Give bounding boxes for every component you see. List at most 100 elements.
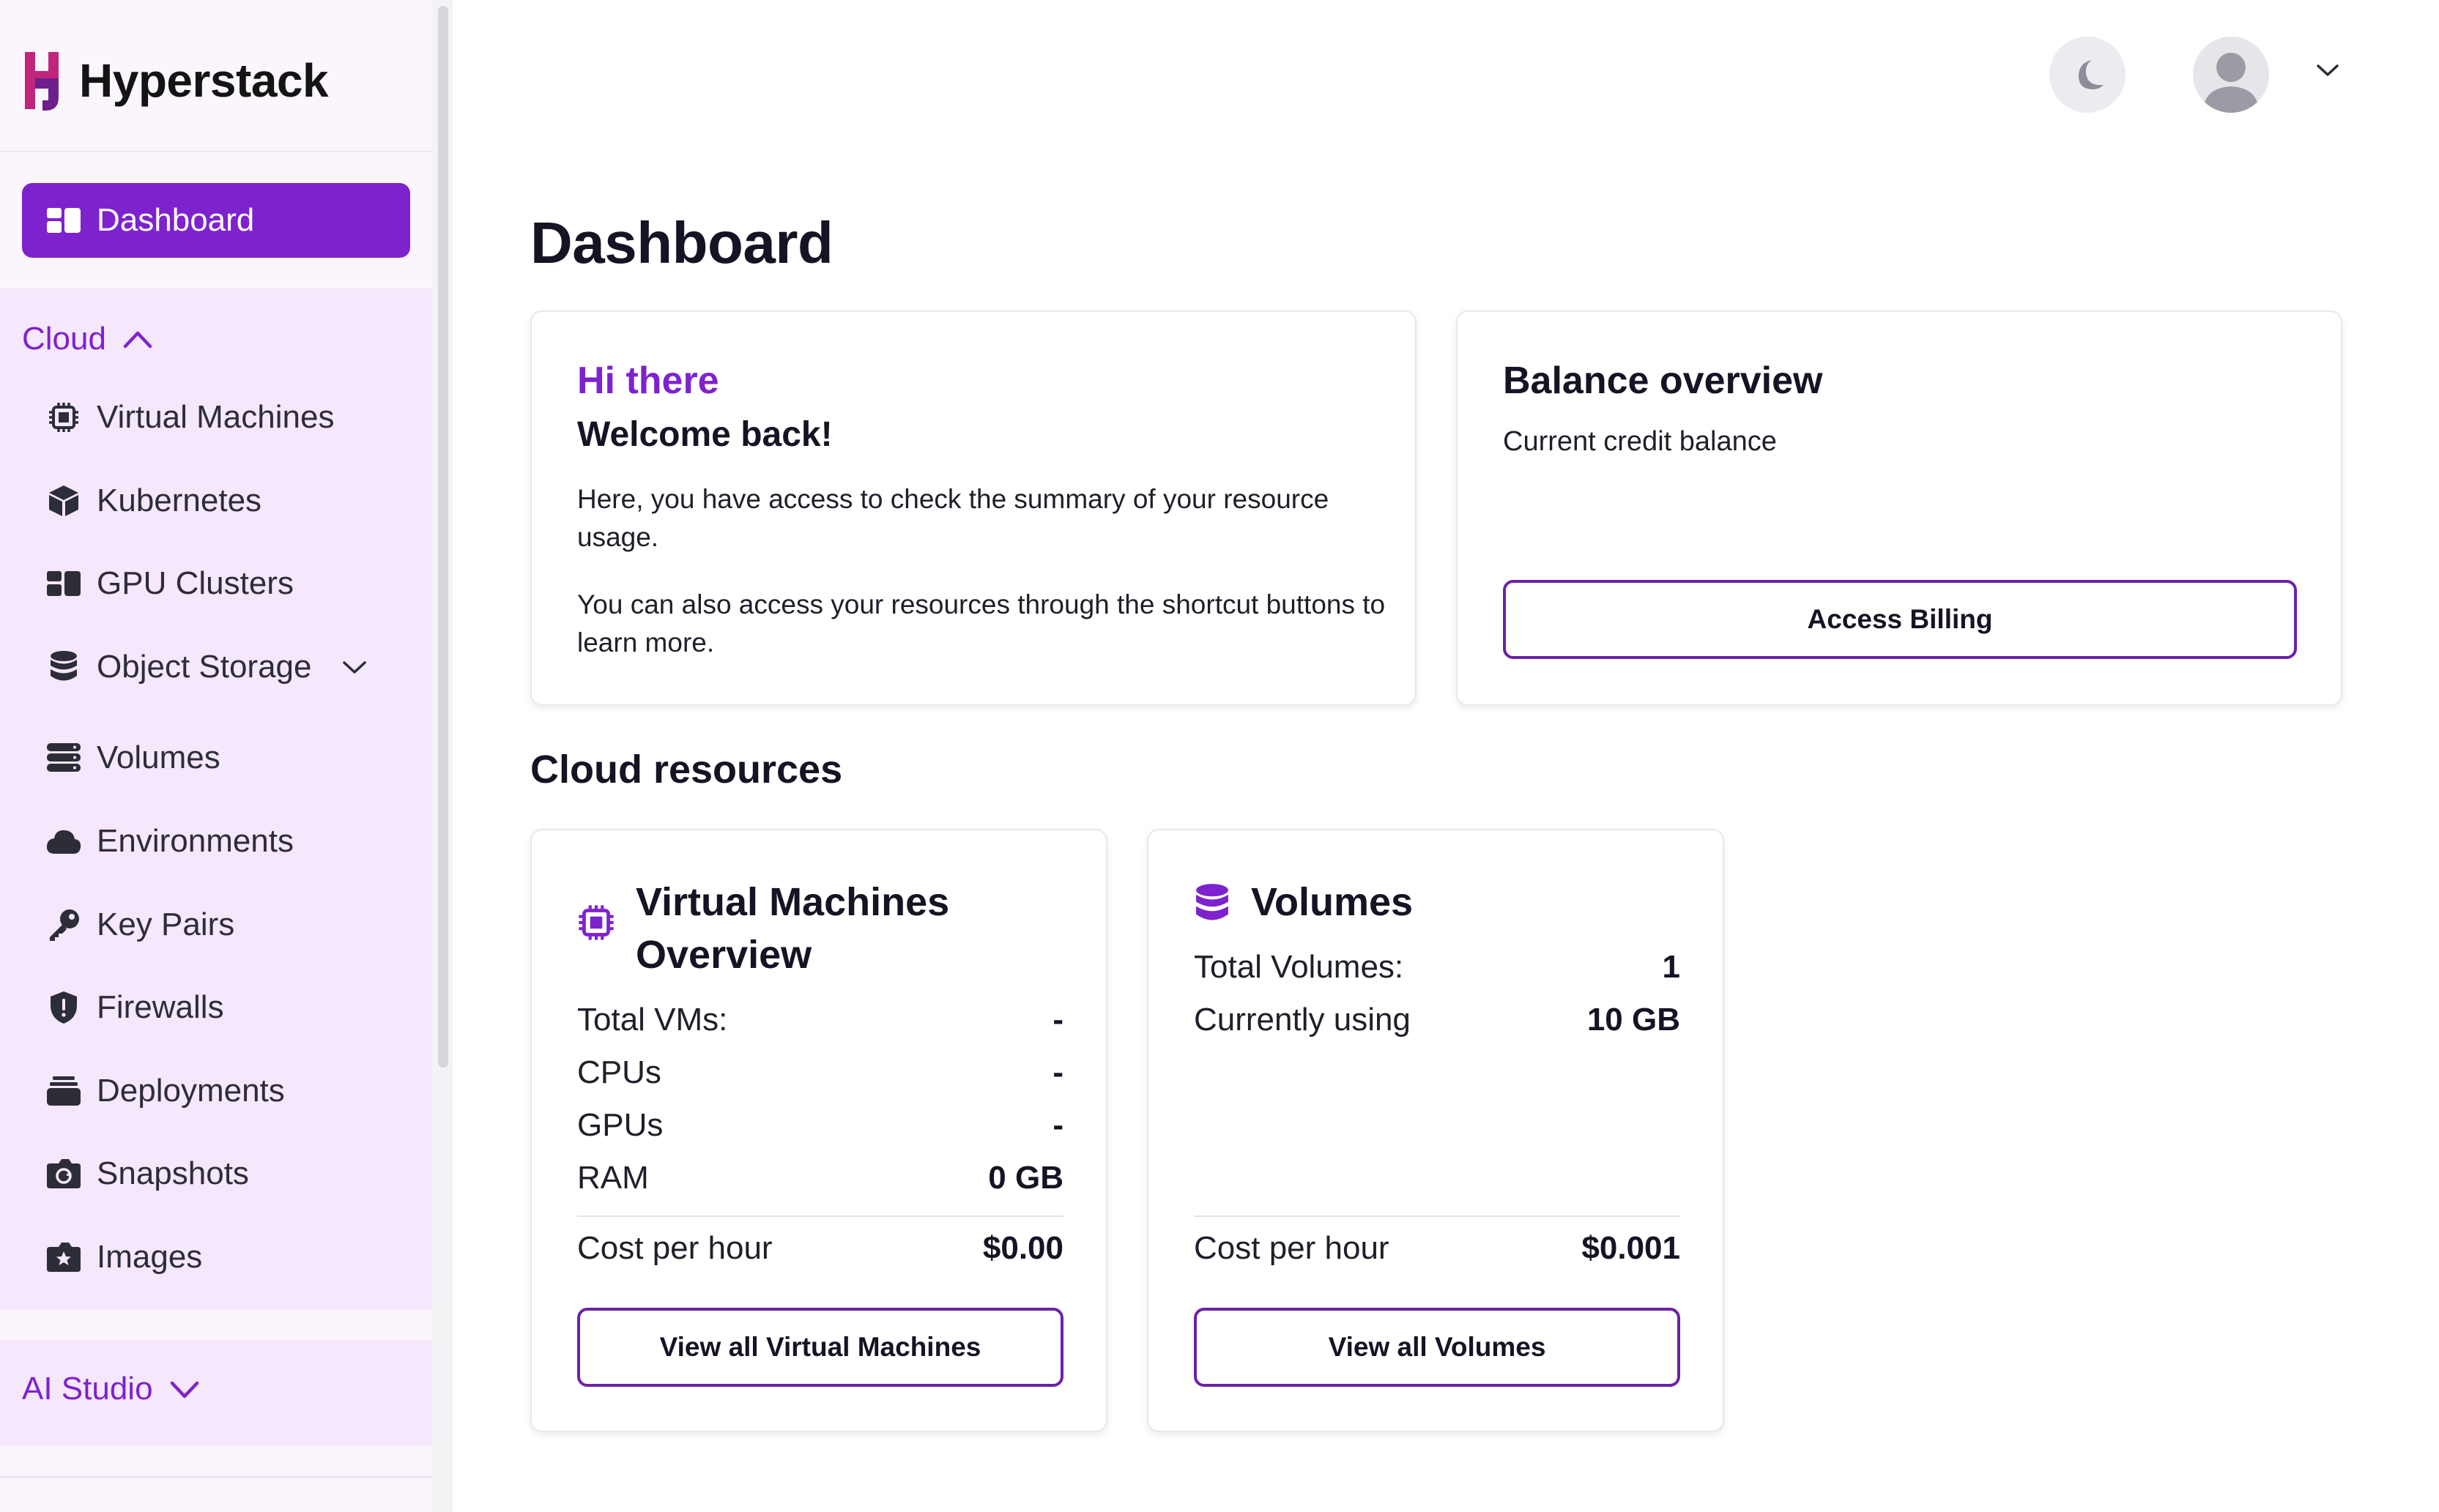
image-star-icon xyxy=(45,1239,82,1275)
access-billing-button[interactable]: Access Billing xyxy=(1503,580,2297,659)
sidebar-item-gpu-clusters[interactable]: GPU Clusters xyxy=(45,558,294,609)
sidebar-item-label: Kubernetes xyxy=(97,483,262,518)
key-icon xyxy=(45,906,82,943)
chevron-down-icon xyxy=(153,1379,200,1399)
welcome-card: Hi there Welcome back! Here, you have ac… xyxy=(530,310,1417,706)
balance-title: Balance overview xyxy=(1503,360,1823,402)
moon-icon xyxy=(2070,57,2105,92)
sidebar-item-images[interactable]: Images xyxy=(45,1232,202,1283)
cpu-icon xyxy=(577,904,615,942)
sidebar-item-volumes[interactable]: Volumes xyxy=(45,732,220,783)
view-all-vms-button[interactable]: View all Virtual Machines xyxy=(577,1308,1063,1387)
cost-value: $0.00 xyxy=(982,1230,1063,1266)
clusters-icon xyxy=(45,565,82,602)
cost-label: Cost per hour xyxy=(1194,1230,1389,1266)
database-icon xyxy=(1194,883,1230,924)
sidebar-item-label: Volumes xyxy=(97,740,220,775)
dashboard-icon xyxy=(47,208,81,233)
sidebar-item-environments[interactable]: Environments xyxy=(45,816,294,867)
sidebar-item-firewalls[interactable]: Firewalls xyxy=(45,982,224,1033)
brand-logo[interactable]: Hyperstack xyxy=(21,44,329,117)
sidebar-item-label: GPU Clusters xyxy=(97,565,294,601)
stat-value: 10 GB xyxy=(1586,1002,1680,1038)
server-stack-icon xyxy=(45,740,82,776)
welcome-text: Here, you have access to check the summa… xyxy=(577,484,1329,552)
user-avatar[interactable] xyxy=(2193,37,2269,113)
sidebar-item-label: Images xyxy=(97,1239,203,1275)
vm-stat-row: CPUs - xyxy=(577,1054,1063,1091)
user-menu-chevron-down-icon[interactable] xyxy=(2314,62,2341,79)
cloud-icon xyxy=(45,823,82,860)
sidebar-scrollbar[interactable] xyxy=(438,6,448,1068)
stat-label: Total Volumes: xyxy=(1194,949,1404,985)
camera-icon xyxy=(45,1155,82,1192)
sidebar-item-key-pairs[interactable]: Key Pairs xyxy=(45,899,234,950)
vm-card-header: Virtual Machines Overview xyxy=(577,876,949,981)
balance-subtitle: Current credit balance xyxy=(1503,426,1777,457)
sidebar-item-object-storage[interactable]: Object Storage xyxy=(45,641,368,693)
stat-label: Total VMs: xyxy=(577,1002,728,1038)
sidebar-item-kubernetes[interactable]: Kubernetes xyxy=(45,475,261,526)
shield-icon xyxy=(45,989,82,1026)
stat-value: - xyxy=(1053,1054,1063,1090)
volumes-card-header: Volumes xyxy=(1194,876,1413,928)
theme-toggle-button[interactable] xyxy=(2049,37,2126,113)
volumes-card: Volumes Total Volumes: 1 Currently using… xyxy=(1147,829,1724,1432)
sidebar-item-deployments[interactable]: Deployments xyxy=(45,1065,285,1117)
view-all-volumes-button[interactable]: View all Volumes xyxy=(1194,1308,1680,1387)
stat-value: - xyxy=(1053,1107,1063,1143)
cube-icon xyxy=(45,483,82,519)
sidebar-item-label: Virtual Machines xyxy=(97,399,335,435)
vm-cost-row: Cost per hour $0.00 xyxy=(577,1230,1063,1267)
stat-value: 0 GB xyxy=(988,1160,1063,1196)
sidebar-item-label: Firewalls xyxy=(97,989,224,1025)
cloud-section-toggle[interactable]: Cloud xyxy=(22,321,153,357)
welcome-greeting: Hi there xyxy=(577,360,719,402)
balance-card: Balance overview Current credit balance … xyxy=(1456,310,2342,706)
cpu-icon xyxy=(45,399,82,436)
database-icon xyxy=(45,649,82,685)
stat-label: CPUs xyxy=(577,1054,661,1090)
archive-box-icon xyxy=(45,1073,82,1109)
divider xyxy=(1194,1215,1680,1217)
page-title: Dashboard xyxy=(530,210,834,275)
vm-stat-row: Total VMs: - xyxy=(577,1002,1063,1038)
hyperstack-logo-icon xyxy=(21,49,63,112)
stat-label: RAM xyxy=(577,1160,649,1196)
vm-card-title: Overview xyxy=(636,933,812,977)
divider xyxy=(577,1215,1063,1217)
vm-overview-card: Virtual Machines Overview Total VMs: - C… xyxy=(530,829,1107,1432)
volume-cost-row: Cost per hour $0.001 xyxy=(1194,1230,1680,1267)
sidebar-item-label: Environments xyxy=(97,823,294,859)
ai-studio-section-toggle[interactable]: AI Studio xyxy=(22,1371,200,1407)
stat-label: Currently using xyxy=(1194,1002,1411,1038)
welcome-text: You can also access your resources throu… xyxy=(577,589,1386,658)
sidebar-item-label: Snapshots xyxy=(97,1155,249,1191)
cloud-section-label: Cloud xyxy=(22,321,106,357)
volume-stat-row: Total Volumes: 1 xyxy=(1194,949,1680,986)
vm-stat-row: GPUs - xyxy=(577,1107,1063,1144)
sidebar-divider xyxy=(0,1476,432,1478)
sidebar-item-label: Dashboard xyxy=(97,202,255,238)
vm-stat-row: RAM 0 GB xyxy=(577,1160,1063,1196)
chevron-up-icon xyxy=(106,329,153,349)
stat-value: 1 xyxy=(1662,949,1680,985)
volume-stat-row: Currently using 10 GB xyxy=(1194,1002,1680,1038)
sidebar-item-label: Object Storage xyxy=(97,649,312,685)
brand-name: Hyperstack xyxy=(79,54,329,107)
chevron-down-icon[interactable] xyxy=(341,658,368,676)
stat-value: - xyxy=(1053,1002,1063,1038)
ai-studio-section-label: AI Studio xyxy=(22,1371,153,1407)
user-avatar-icon xyxy=(2193,37,2269,113)
welcome-heading: Welcome back! xyxy=(577,415,833,454)
cost-label: Cost per hour xyxy=(577,1230,773,1266)
sidebar-item-snapshots[interactable]: Snapshots xyxy=(45,1148,249,1199)
sidebar-item-dashboard[interactable]: Dashboard xyxy=(22,183,410,258)
cloud-resources-title: Cloud resources xyxy=(530,748,843,792)
volumes-card-title: Volumes xyxy=(1251,880,1414,924)
cost-value: $0.001 xyxy=(1581,1230,1680,1266)
stat-label: GPUs xyxy=(577,1107,664,1143)
sidebar-item-label: Deployments xyxy=(97,1073,285,1109)
vm-card-title: Virtual Machines xyxy=(636,880,950,924)
sidebar-item-virtual-machines[interactable]: Virtual Machines xyxy=(45,392,334,443)
